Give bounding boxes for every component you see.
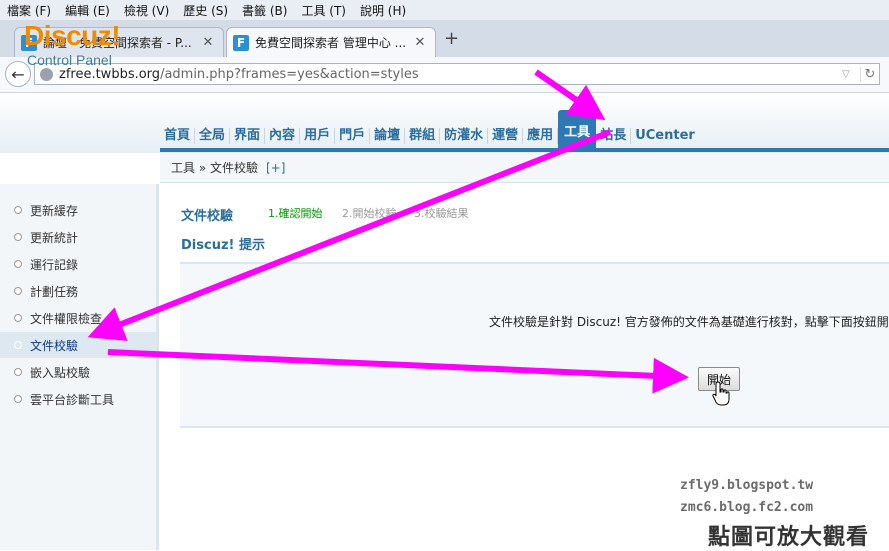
nav-item-6[interactable]: 論壇 (370, 128, 406, 144)
site-favicon-icon: F (233, 34, 249, 51)
nav-item-7[interactable]: 群組 (405, 128, 441, 144)
nav-item-12[interactable]: 站長 (596, 128, 632, 144)
nav-item-9[interactable]: 運營 (488, 128, 524, 144)
bullet-icon (14, 206, 22, 214)
nav-item-8[interactable]: 防灌水 (440, 128, 489, 144)
bullet-icon (14, 287, 22, 295)
sidebar-item-label: 計劃任務 (30, 284, 79, 299)
sidebar: 更新緩存更新統計運行記錄計劃任務文件權限檢查 文件校驗嵌入點校驗雲平台診斷工具 (0, 184, 159, 550)
bullet-icon (14, 368, 22, 376)
bullet-icon (14, 260, 22, 268)
watermark-line-1: zfly9.blogspot.tw (680, 478, 814, 493)
logo: Discuz! (24, 20, 121, 51)
close-icon[interactable]: ✕ (201, 35, 215, 50)
sidebar-item-label: 文件校驗 (30, 338, 79, 353)
navigation-bar: ← zfree.twbbs.org/admin.php?frames=yes&a… (0, 57, 889, 93)
sidebar-item-3[interactable]: 計劃任務 (0, 278, 156, 304)
url-text[interactable]: zfree.twbbs.org/admin.php?frames=yes&act… (59, 67, 842, 82)
menu-view[interactable]: 檢視 (V) (117, 2, 176, 19)
top-navigation: 首頁 全局 界面 內容 用戶 門戶 論壇 群組 防灌水 運營 應用 工具 站長 UCenter (160, 110, 699, 150)
nav-item-13[interactable]: UCenter (631, 128, 699, 144)
globe-icon (40, 67, 53, 81)
sidebar-item-label: 更新緩存 (30, 203, 79, 218)
sidebar-header-space (0, 153, 158, 184)
nav-item-0[interactable]: 首頁 (160, 128, 196, 144)
sidebar-item-2[interactable]: 運行記錄 (0, 251, 156, 277)
reload-icon[interactable]: ↻ (860, 66, 879, 82)
step-confirm: 1.確認開始 (268, 207, 323, 220)
nav-item-1[interactable]: 全局 (195, 128, 231, 144)
watermark-line-3: 點圖可放大觀看 (708, 524, 870, 550)
step-start: 2.開始校驗 (342, 207, 397, 220)
logo-subtitle: Control Panel (27, 52, 112, 68)
sidebar-item-0[interactable]: 更新緩存 (0, 197, 156, 223)
menu-history[interactable]: 歷史 (S) (176, 2, 235, 19)
tips-panel (180, 262, 889, 428)
nav-item-4[interactable]: 用戶 (300, 128, 336, 144)
step-result: 3.校驗結果 (414, 207, 469, 220)
watermark-line-2: zmc6.blog.fc2.com (680, 500, 814, 515)
nav-item-5[interactable]: 門戶 (335, 128, 371, 144)
tab-admin[interactable]: F 免費空間探索者 管理中心 ... ✕ (226, 27, 436, 57)
nav-underline (160, 148, 889, 152)
breadcrumb-add-button[interactable]: [+] (266, 161, 285, 175)
sidebar-item-label: 雲平台診斷工具 (30, 392, 115, 407)
breadcrumb: 工具 » 文件校驗 [+] (160, 153, 889, 183)
menu-help[interactable]: 說明 (H) (353, 2, 413, 19)
sidebar-item-7[interactable]: 雲平台診斷工具 (0, 386, 156, 412)
menu-bookmarks[interactable]: 書籤 (B) (235, 2, 294, 19)
sidebar-item-label: 更新統計 (30, 230, 79, 245)
close-icon[interactable]: ✕ (413, 35, 427, 50)
menu-tools[interactable]: 工具 (T) (294, 2, 353, 19)
page-title: 文件校驗 (181, 209, 234, 224)
new-tab-button[interactable]: + (444, 28, 459, 49)
chevron-down-icon[interactable]: ▽ (842, 69, 860, 80)
tab-title: 免費空間探索者 管理中心 ... (255, 36, 407, 50)
sidebar-item-label: 文件權限檢查 (30, 311, 103, 326)
menu-edit[interactable]: 編輯 (E) (58, 2, 117, 19)
url-domain: zfree.twbbs.org (59, 66, 161, 82)
bullet-icon (14, 341, 22, 349)
hand-cursor-icon (712, 381, 730, 406)
sidebar-item-1[interactable]: 更新統計 (0, 224, 156, 250)
sidebar-item-label: 嵌入點校驗 (30, 365, 91, 380)
nav-item-11[interactable]: 工具 (558, 110, 597, 148)
breadcrumb-path: 工具 » 文件校驗 (171, 161, 258, 175)
bullet-icon (14, 395, 22, 403)
sidebar-item-label: 運行記錄 (30, 257, 79, 272)
sidebar-item-6[interactable]: 嵌入點校驗 (0, 359, 156, 385)
sidebar-item-5[interactable]: 文件校驗 (0, 332, 156, 358)
bullet-icon (14, 233, 22, 241)
sidebar-item-4[interactable]: 文件權限檢查 (0, 305, 156, 331)
menu-bar: 檔案 (F) 編輯 (E) 檢視 (V) 歷史 (S) 書籤 (B) 工具 (T… (0, 0, 889, 21)
nav-item-3[interactable]: 內容 (265, 128, 301, 144)
url-path: /admin.php?frames=yes&action=styles (160, 66, 419, 82)
nav-item-2[interactable]: 界面 (230, 128, 266, 144)
nav-item-10[interactable]: 應用 (523, 128, 559, 144)
address-bar[interactable]: zfree.twbbs.org/admin.php?frames=yes&act… (34, 63, 880, 85)
tips-text: 文件校驗是針對 Discuz! 官方發佈的文件為基礎進行核對，點擊下面按鈕開 (489, 315, 889, 329)
bullet-icon (14, 314, 22, 322)
tips-title: Discuz! 提示 (181, 238, 265, 253)
menu-file[interactable]: 檔案 (F) (0, 2, 58, 19)
